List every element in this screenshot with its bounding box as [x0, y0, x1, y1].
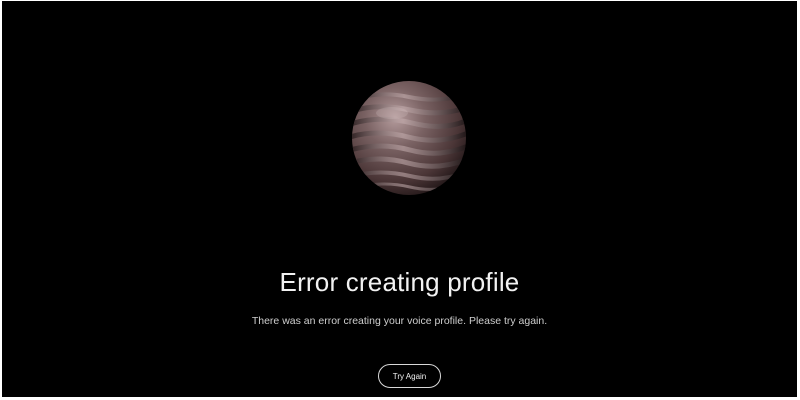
error-screen: Error creating profile There was an erro… — [2, 1, 797, 397]
voice-orb-icon — [350, 79, 468, 197]
error-title: Error creating profile — [279, 267, 520, 297]
error-message: There was an error creating your voice p… — [251, 315, 548, 327]
try-again-button[interactable]: Try Again — [378, 364, 441, 388]
